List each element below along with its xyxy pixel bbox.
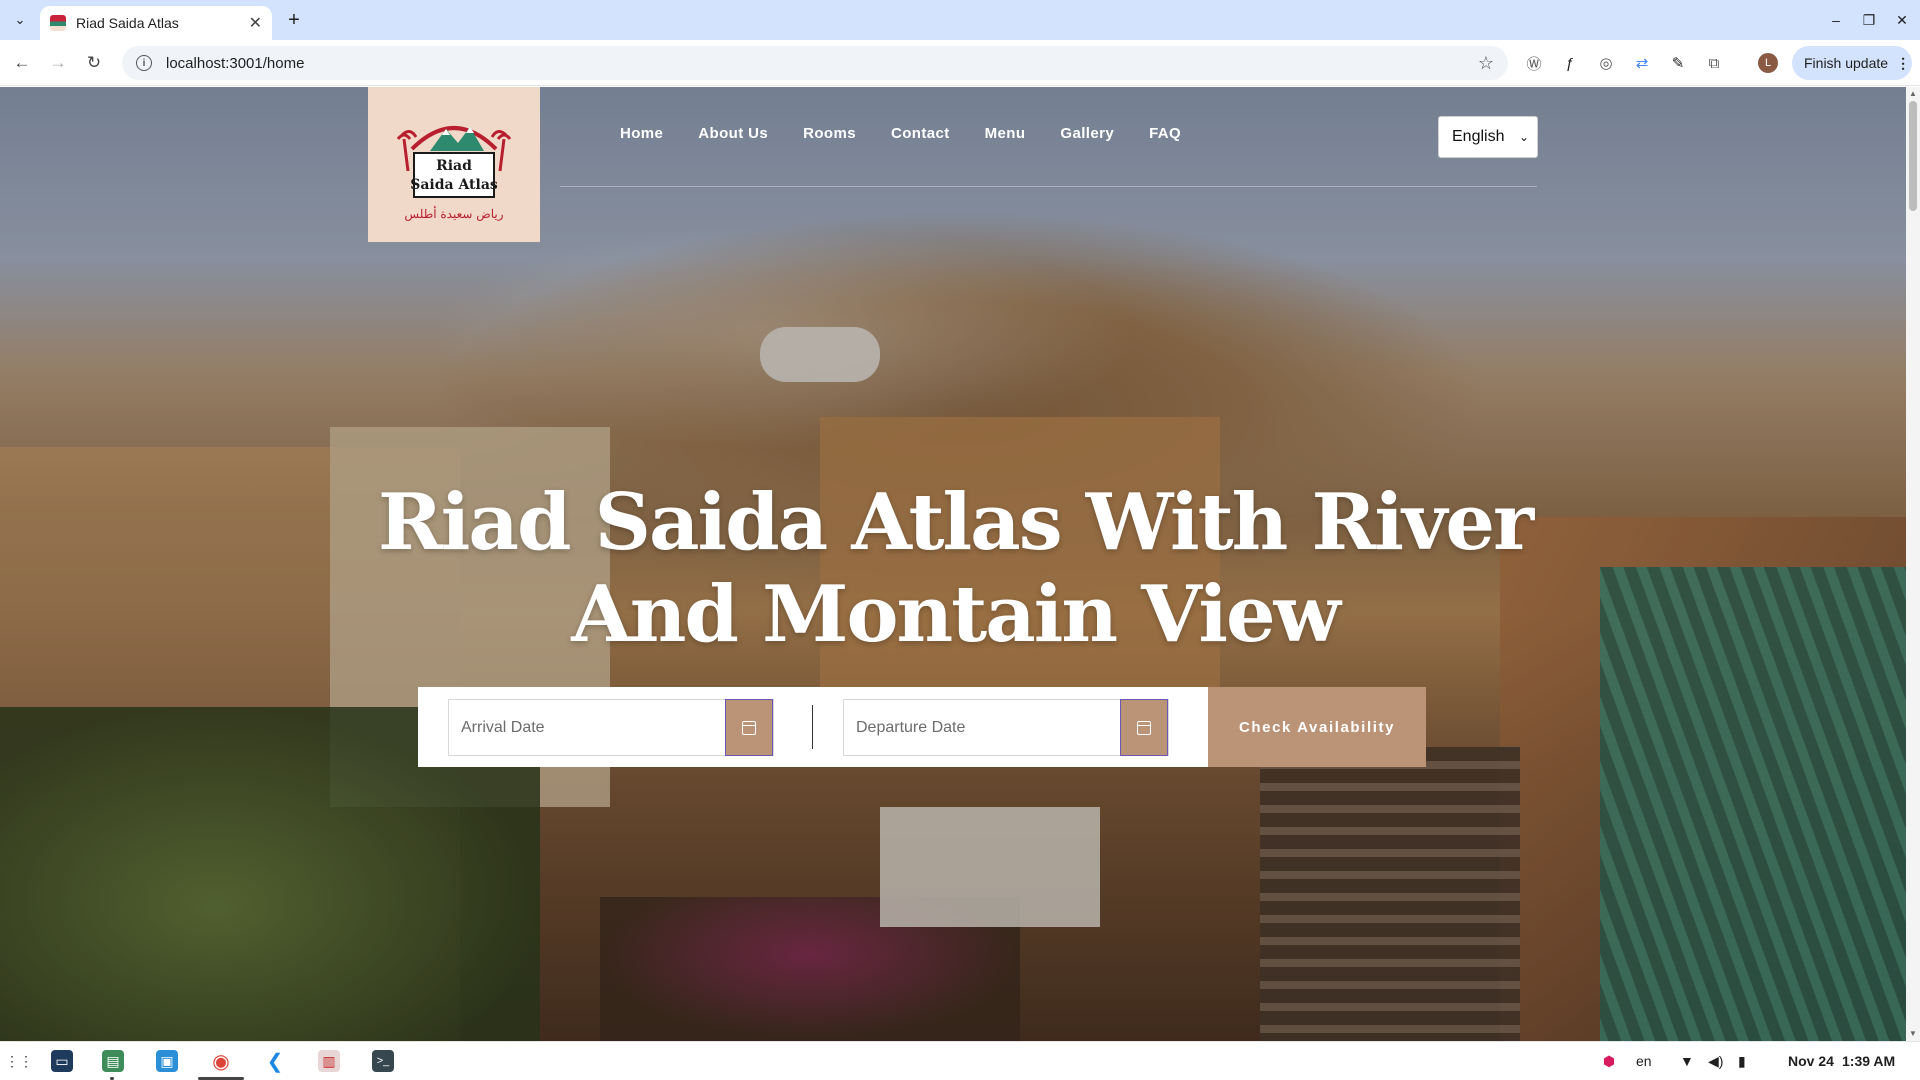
hero-title: Riad Saida Atlas With River And Montain … (377, 477, 1534, 660)
volume-icon[interactable]: ◀) (1708, 1053, 1723, 1070)
page-scrollbar[interactable]: ▲ ▼ (1906, 87, 1920, 1041)
finish-update-button[interactable]: Finish update ⋮ (1792, 46, 1912, 80)
logo-line1: Riad (436, 158, 472, 174)
browser-tab-bar: ⌄ Riad Saida Atlas ✕ + – ❐ ✕ (0, 0, 1920, 40)
tab-search-icon[interactable]: ⌄ (8, 8, 32, 32)
minimize-icon[interactable]: – (1824, 8, 1848, 32)
address-bar[interactable]: i localhost:3001/home ☆ (122, 46, 1508, 80)
arrival-date-input[interactable]: Arrival Date (449, 719, 725, 737)
back-arrow-icon[interactable]: ← (10, 51, 34, 75)
store-icon[interactable]: ▣ (156, 1050, 178, 1072)
finish-update-label: Finish update (1804, 55, 1889, 71)
nav-menu[interactable]: Menu (985, 125, 1026, 142)
arrival-calendar-button[interactable] (725, 699, 773, 756)
translate-extension-icon[interactable]: ⇄ (1630, 51, 1654, 75)
booking-divider (812, 705, 813, 749)
page-viewport: Riad Saida Atlas رياض سعيدة أطلس Home Ab… (0, 87, 1906, 1041)
font-extension-icon[interactable]: ƒ (1558, 51, 1582, 75)
browser-tab[interactable]: Riad Saida Atlas ✕ (40, 6, 272, 40)
restore-icon[interactable]: ❐ (1857, 8, 1881, 32)
tray-language[interactable]: en (1636, 1053, 1652, 1069)
logo-arabic-text: رياض سعيدة أطلس (404, 206, 504, 221)
more-menu-icon[interactable]: ⋮ (1896, 55, 1910, 72)
extensions-puzzle-icon[interactable]: ⧉ (1702, 51, 1726, 75)
scroll-up-icon[interactable]: ▲ (1908, 89, 1918, 99)
terminal-icon[interactable]: >_ (372, 1050, 394, 1072)
nav-home[interactable]: Home (620, 125, 663, 142)
os-taskbar: ⋮⋮ ▭ ▤ ▣ ◉ ❮ ▥ >_ ⬢ en ▼ ◀) ▮ Nov 24 1:3… (0, 1041, 1920, 1080)
check-availability-button[interactable]: Check Availability (1208, 687, 1426, 767)
wifi-icon[interactable]: ▼ (1680, 1053, 1694, 1069)
tab-close-icon[interactable]: ✕ (249, 13, 262, 33)
calendar-icon (742, 720, 756, 735)
site-logo[interactable]: Riad Saida Atlas رياض سعيدة أطلس (368, 87, 540, 242)
departure-date-input[interactable]: Departure Date (844, 719, 1120, 737)
nav-gallery[interactable]: Gallery (1060, 125, 1114, 142)
address-url[interactable]: localhost:3001/home (166, 55, 304, 72)
site-info-icon[interactable]: i (136, 55, 152, 71)
nav-about-us[interactable]: About Us (698, 125, 768, 142)
desktop-icon[interactable]: ▭ (51, 1050, 73, 1072)
bookmark-star-icon[interactable]: ☆ (1478, 53, 1494, 74)
arrival-date-field[interactable]: Arrival Date (448, 699, 774, 756)
logo-line2: Saida Atlas (410, 177, 498, 193)
departure-calendar-button[interactable] (1120, 699, 1168, 756)
nav-rooms[interactable]: Rooms (803, 125, 856, 142)
profile-avatar[interactable]: L (1758, 53, 1778, 73)
tab-title: Riad Saida Atlas (76, 15, 179, 31)
booking-form: Arrival Date Departure Date Check Availa… (418, 687, 1426, 767)
new-tab-button[interactable]: + (282, 8, 306, 32)
nav-contact[interactable]: Contact (891, 125, 950, 142)
language-select[interactable]: English ⌄ (1438, 116, 1538, 158)
files-icon[interactable]: ▤ (102, 1050, 124, 1072)
chevron-down-icon: ⌄ (1518, 130, 1529, 144)
scroll-down-icon[interactable]: ▼ (1908, 1029, 1918, 1039)
chrome-icon[interactable]: ◉ (210, 1050, 232, 1073)
main-navigation: Home About Us Rooms Contact Menu Gallery… (620, 125, 1216, 142)
scrollbar-thumb[interactable] (1909, 101, 1917, 211)
nav-divider (560, 186, 1537, 187)
departure-date-field[interactable]: Departure Date (843, 699, 1169, 756)
wordpress-extension-icon[interactable]: Ⓦ (1522, 51, 1546, 75)
language-selected: English (1452, 128, 1505, 145)
site-favicon-icon (50, 15, 66, 31)
tray-app-icon[interactable]: ⬢ (1598, 1050, 1620, 1072)
battery-icon[interactable]: ▮ (1738, 1053, 1746, 1070)
forward-arrow-icon[interactable]: → (46, 51, 70, 75)
nav-faq[interactable]: FAQ (1149, 125, 1181, 142)
reload-icon[interactable]: ↻ (82, 51, 106, 75)
tray-time[interactable]: 1:39 AM (1842, 1053, 1895, 1069)
logo-emblem-icon: Riad Saida Atlas (396, 125, 512, 198)
browser-toolbar: ← → ↻ i localhost:3001/home ☆ Ⓦ ƒ ◎ ⇄ ✎ … (0, 40, 1920, 86)
text-editor-icon[interactable]: ▥ (318, 1050, 340, 1072)
eyedropper-extension-icon[interactable]: ✎ (1666, 51, 1690, 75)
vscode-icon[interactable]: ❮ (264, 1050, 286, 1073)
app-launcher-icon[interactable]: ⋮⋮ (5, 1050, 33, 1072)
camera-extension-icon[interactable]: ◎ (1594, 51, 1618, 75)
window-close-icon[interactable]: ✕ (1890, 8, 1914, 32)
calendar-icon (1137, 720, 1151, 735)
tray-date[interactable]: Nov 24 (1788, 1053, 1834, 1069)
